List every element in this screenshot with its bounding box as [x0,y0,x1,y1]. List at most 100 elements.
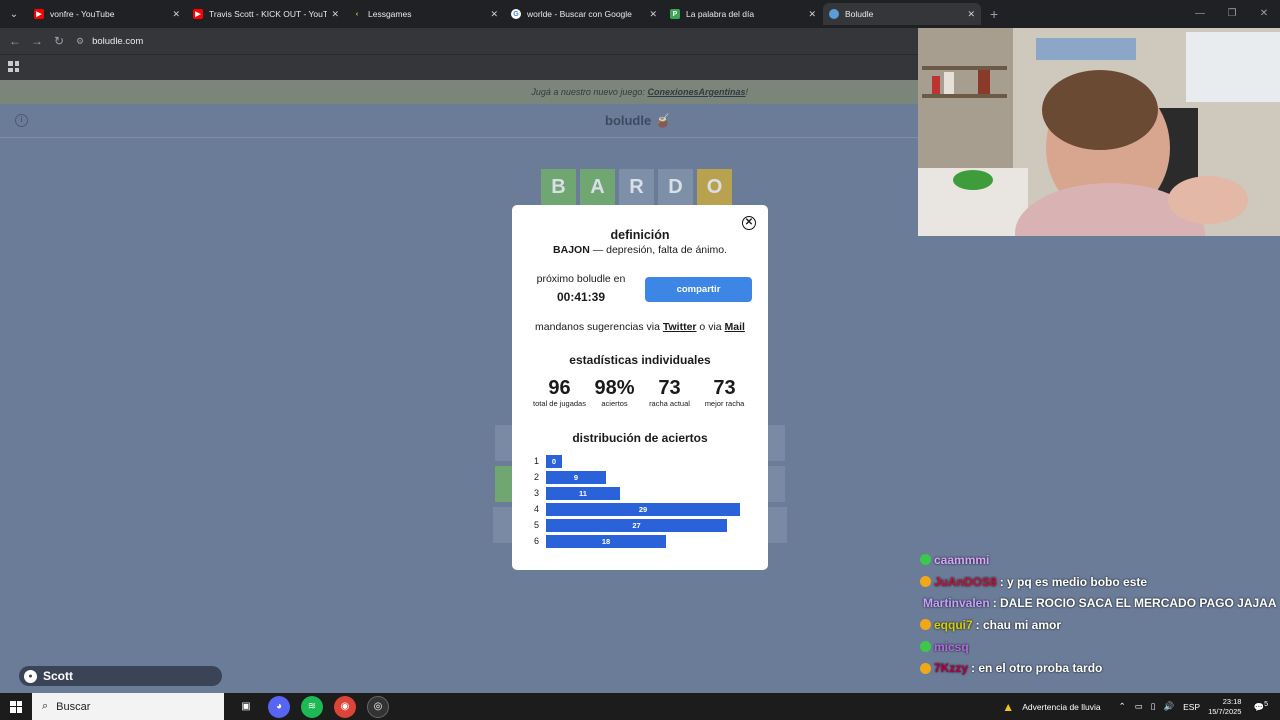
tab-search-button[interactable]: ⌄ [0,0,28,28]
discord-icon[interactable]: ◕ [268,695,290,718]
warning-icon: ▲ [1002,699,1015,714]
tab-4[interactable]: P La palabra del día ✕ [664,3,822,25]
stream-chat: caammmi JuAnDOS8: y pq es medio bobo este… [920,549,1277,679]
close-icon[interactable]: ✕ [490,9,498,20]
language-indicator[interactable]: ESP [1183,702,1200,712]
definition-line: BAJON — depresión, falta de ánimo. [512,244,768,256]
start-button[interactable] [0,700,32,713]
chat-username[interactable]: JuAnDOS8 [934,575,997,589]
or-via-text: o via [696,321,725,333]
notification-icon[interactable]: 💬5 [1253,700,1268,713]
guess-number: 1 [534,456,540,466]
tab-title: Lessgames [368,9,412,19]
distribution-bar: 9 [546,470,606,484]
chevron-up-icon[interactable]: ⌃ [1119,701,1126,712]
banner-link[interactable]: ConexionesArgentinas [647,87,745,97]
twitter-link[interactable]: Twitter [663,321,697,333]
chat-message: micsq [920,636,1276,658]
stats-modal: ✕ definición BAJON — depresión, falta de… [512,205,768,570]
chat-username[interactable]: 7Kzzy [934,661,968,675]
clock-time: 23:18 [1222,696,1242,706]
chat-username[interactable]: micsq [934,640,969,654]
apps-grid-icon[interactable] [8,61,19,72]
distribution-row: 5 27 [534,517,752,533]
share-button[interactable]: compartir [645,277,752,302]
boludle-icon [829,9,839,19]
banner-text: Jugá a nuestro nuevo juego: [531,87,645,97]
taskbar-search[interactable]: ⌕ Buscar [32,693,224,720]
forward-icon[interactable]: → [26,34,48,48]
stat-value: 73 [658,377,681,399]
chrome-icon[interactable]: ◉ [334,695,356,718]
stat-win-rate: 98% aciertos [587,377,642,408]
chat-badge-icon [920,619,931,631]
chat-badge-icon [920,576,931,588]
stat-value: 73 [713,377,736,399]
bookmarks-bar [0,54,920,80]
new-tab-button[interactable]: + [990,6,998,22]
stats-title: estadísticas individuales [569,353,711,367]
distribution-row: 3 11 [534,485,752,501]
bar-count: 9 [573,472,579,482]
volume-icon[interactable]: 🔊 [1163,701,1174,712]
keyboard-key[interactable] [765,507,787,543]
suggest-text: mandanos sugerencias via [535,321,663,333]
search-label: Buscar [56,700,91,713]
minimize-icon[interactable]: — [1184,0,1216,28]
letter-tile: R [619,169,654,205]
youtube-icon: ▶ [193,9,203,19]
close-icon[interactable]: ✕ [649,9,657,20]
google-icon: G [511,9,521,19]
guess-number: 5 [534,520,540,530]
distribution-row: 6 18 [534,533,752,549]
guess-distribution: 1 0 2 9 3 11 4 29 5 27 6 18 [534,453,752,549]
back-icon[interactable]: ← [4,34,26,48]
weather-text[interactable]: Advertencia de lluvia [1022,702,1100,712]
reload-icon[interactable]: ↻ [48,34,70,48]
stats-row: 96 total de jugadas 98% aciertos 73 racha a… [532,377,752,408]
stat-value: 96 [548,377,571,399]
stat-best-streak: 73 mejor racha [697,377,752,408]
webcam-image [918,28,1280,236]
chat-text: : y pq es medio bobo este [999,574,1148,589]
chat-username[interactable]: Martinvalen [923,596,990,610]
tab-2[interactable]: ‹ Lessgames ✕ [346,3,504,25]
definition-text: — depresión, falta de ánimo. [589,244,727,256]
letter-tile: A [580,169,615,205]
next-game: próximo boludle en 00:41:39 [532,273,630,304]
task-view-icon[interactable]: ▣ [235,696,257,718]
tab-5[interactable]: Boludle ✕ [823,3,981,25]
spotify-icon[interactable]: ≋ [301,695,323,718]
tab-0[interactable]: ▶ vonfre - YouTube ✕ [28,3,186,25]
tab-1[interactable]: ▶ Travis Scott - KICK OUT - YouTu ✕ [187,3,345,25]
close-window-icon[interactable]: ✕ [1248,0,1280,28]
stat-value: 98% [594,377,635,399]
search-icon: ⌕ [42,700,49,712]
chat-message: 7Kzzy: en el otro proba tardo [920,657,1276,679]
keyboard-key[interactable] [765,425,785,461]
guess-row: B A R D O [541,169,732,205]
info-icon[interactable]: i [15,114,28,127]
lessgames-icon: ‹ [355,10,359,18]
site-header: i boludle 🧉 [0,104,920,138]
site-settings-icon[interactable]: ⚙ [76,36,84,47]
url-field[interactable]: ⚙ boludle.com [76,36,143,47]
close-icon[interactable]: ✕ [967,9,975,20]
network-icon[interactable]: ▭ [1135,701,1143,712]
distribution-bar: 11 [546,486,620,500]
close-icon[interactable]: ✕ [172,9,180,20]
mail-link[interactable]: Mail [725,321,745,333]
close-icon[interactable]: ✕ [808,9,816,20]
clock[interactable]: 23:18 15/7/2025 [1208,697,1241,717]
chat-username[interactable]: eqqui7 [934,618,973,632]
keyboard-key[interactable] [765,466,785,502]
tab-title: La palabra del día [686,9,755,19]
obs-icon[interactable]: ◎ [367,695,389,718]
close-icon[interactable]: ✕ [331,9,339,20]
countdown-timer: 00:41:39 [556,290,606,304]
battery-icon[interactable]: ▯ [1151,701,1156,712]
banner-end: ! [745,87,748,97]
chat-username[interactable]: caammmi [934,553,989,567]
tab-3[interactable]: Gworlde - Buscar con Google ✕ [505,3,663,25]
restore-icon[interactable]: ❐ [1216,0,1248,28]
